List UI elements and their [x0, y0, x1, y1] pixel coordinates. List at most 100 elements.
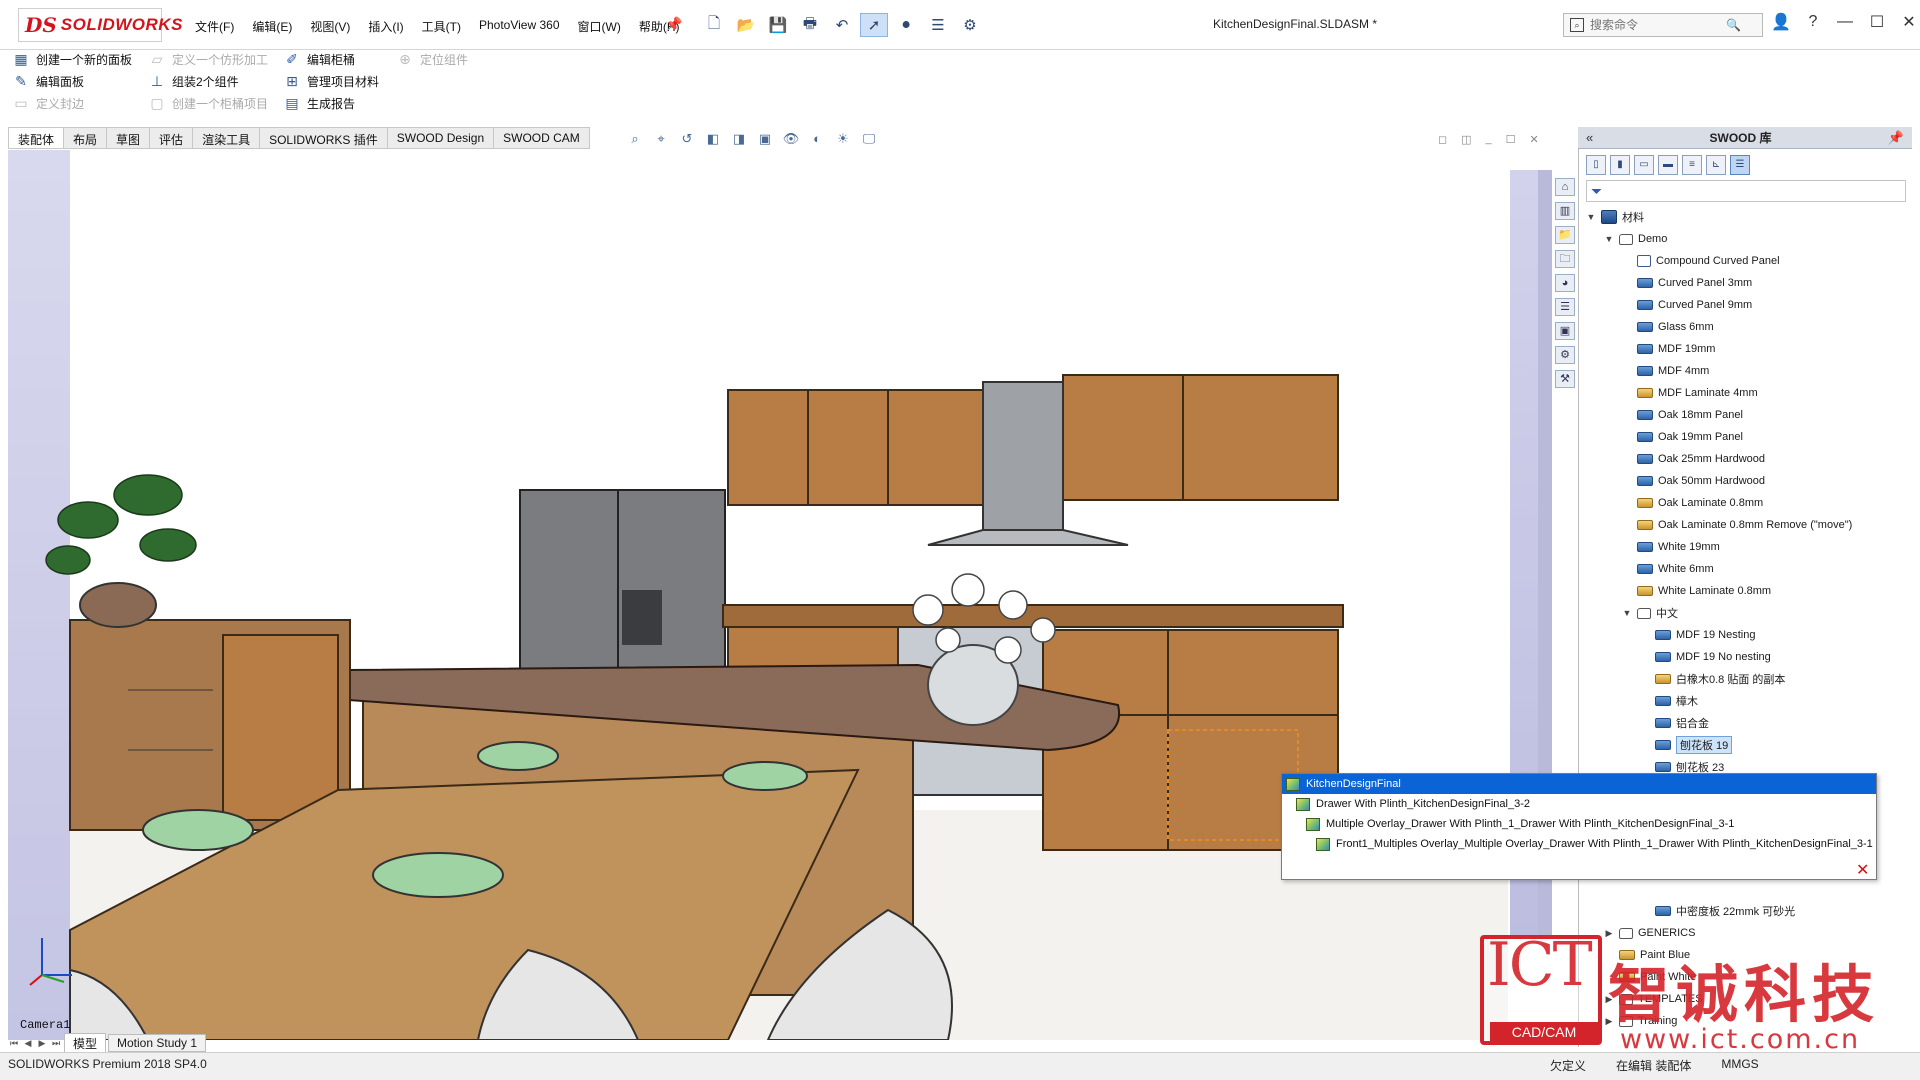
potted-plant[interactable] — [79, 582, 157, 628]
kitchen-scene[interactable] — [8, 150, 1508, 1040]
library-shelves-icon[interactable]: ≡ — [1682, 155, 1702, 175]
close-icon[interactable]: ✕ — [1898, 12, 1920, 32]
menu-view[interactable]: 视图(V) — [301, 16, 359, 36]
search-icon[interactable]: 🔍 — [1726, 18, 1741, 32]
swood-library-icon[interactable]: ▣ — [1555, 322, 1575, 340]
tree-node[interactable]: White 6mm — [1622, 558, 1714, 580]
manage-materials-button[interactable]: ⊞ 管理项目材料 — [283, 70, 379, 92]
tree-node[interactable]: Oak Laminate 0.8mm Remove ("move") — [1622, 514, 1852, 536]
search-input[interactable] — [1590, 18, 1720, 32]
pin-panel-icon[interactable]: 📌 — [1888, 130, 1904, 146]
viewport-restore-icon[interactable]: ◻ — [1438, 133, 1447, 146]
tab-render-tools[interactable]: 渲染工具 — [192, 127, 260, 149]
viewport-close-icon[interactable]: ✕ — [1530, 133, 1539, 146]
tab-evaluate[interactable]: 评估 — [149, 127, 193, 149]
range-hood[interactable] — [982, 381, 1064, 533]
scene-icon[interactable]: ☀ — [833, 131, 853, 149]
create-box-project-button[interactable]: ▢ 创建一个柜桶项目 — [148, 92, 268, 114]
tree-node[interactable]: Oak 50mm Hardwood — [1622, 470, 1765, 492]
new-doc-icon[interactable]: 🗋 — [700, 13, 728, 37]
tab-swood-cam[interactable]: SWOOD CAM — [493, 127, 590, 149]
menu-edit[interactable]: 编辑(E) — [243, 16, 301, 36]
expanded-arrow-icon[interactable]: ▼ — [1604, 234, 1614, 244]
tree-node[interactable]: ▼ Demo — [1604, 228, 1668, 250]
tree-node[interactable]: MDF 19 Nesting — [1640, 624, 1755, 646]
command-search[interactable]: ⌕ 🔍 — [1563, 13, 1763, 37]
tree-node[interactable]: ▼ 中文 — [1622, 602, 1678, 624]
display-style-icon[interactable]: ▣ — [755, 131, 775, 149]
define-edge-button[interactable]: ▭ 定义封边 — [12, 92, 132, 114]
tab-motion-study[interactable]: Motion Study 1 — [108, 1034, 207, 1052]
tree-node[interactable]: White 19mm — [1622, 536, 1720, 558]
library-materials-icon[interactable]: ☰ — [1730, 155, 1750, 175]
menu-window[interactable]: 窗口(W) — [569, 16, 630, 36]
tab-solidworks-addins[interactable]: SOLIDWORKS 插件 — [259, 127, 387, 149]
create-panel-button[interactable]: ▦ 创建一个新的面板 — [12, 48, 132, 70]
tree-node[interactable]: Curved Panel 9mm — [1622, 294, 1752, 316]
close-icon[interactable]: ✕ — [1856, 860, 1869, 880]
zoom-fit-icon[interactable]: ⌕ — [625, 131, 645, 149]
traffic-light-icon[interactable]: ⚫ — [892, 13, 920, 37]
appearances-icon[interactable]: ◕ — [1555, 274, 1575, 292]
search-mode-icon[interactable]: ⌕ — [1570, 18, 1584, 32]
print-icon[interactable]: 🖶 — [796, 13, 824, 37]
resources-icon[interactable]: ▥ — [1555, 202, 1575, 220]
solidworks-logo[interactable]: DS SOLIDWORKS — [18, 8, 182, 42]
selection-list-item[interactable]: Front1_Multiples Overlay_Multiple Overla… — [1282, 834, 1876, 854]
view-orientation-icon[interactable]: ◨ — [729, 131, 749, 149]
tree-node[interactable]: MDF Laminate 4mm — [1622, 382, 1758, 404]
tree-node[interactable]: Oak 25mm Hardwood — [1622, 448, 1765, 470]
select-icon[interactable]: ➚ — [860, 13, 888, 37]
assemble-two-button[interactable]: ⊥ 组装2个组件 — [148, 70, 268, 92]
tree-node[interactable]: Oak 19mm Panel — [1622, 426, 1743, 448]
swood-settings-icon[interactable]: ⚙ — [1555, 346, 1575, 364]
tab-next-icon[interactable]: ▶ — [36, 1038, 48, 1049]
tab-prev-icon[interactable]: ◀ — [22, 1038, 34, 1049]
tree-node[interactable]: 刨花板 19 — [1640, 734, 1733, 756]
help-icon[interactable]: ? — [1802, 13, 1824, 31]
home-icon[interactable]: ⌂ — [1555, 178, 1575, 196]
menu-tools[interactable]: 工具(T) — [413, 16, 470, 36]
undo-icon[interactable]: ↶ — [828, 13, 856, 37]
custom-properties-icon[interactable]: ☰ — [1555, 298, 1575, 316]
status-units[interactable]: MMGS — [1721, 1057, 1758, 1074]
pin-icon[interactable]: 📌 — [665, 16, 682, 33]
save-icon[interactable]: 💾 — [764, 13, 792, 37]
hide-show-icon[interactable]: 👁 — [781, 131, 801, 149]
tab-layout[interactable]: 布局 — [63, 127, 107, 149]
tree-node[interactable]: Compound Curved Panel — [1622, 250, 1780, 272]
tree-node[interactable]: 樟木 — [1640, 690, 1698, 712]
upper-cabinet-right[interactable] — [1062, 374, 1339, 501]
define-profile-button[interactable]: ▱ 定义一个仿形加工 — [148, 48, 268, 70]
generate-report-button[interactable]: ▤ 生成报告 — [283, 92, 379, 114]
collapse-panel-icon[interactable]: « — [1586, 130, 1593, 145]
tree-node[interactable]: MDF 19mm — [1622, 338, 1715, 360]
options-icon[interactable]: ⚙ — [956, 13, 984, 37]
tree-node[interactable]: MDF 19 No nesting — [1640, 646, 1771, 668]
tree-node[interactable]: White Laminate 0.8mm — [1622, 580, 1771, 602]
upper-cabinet-left[interactable] — [727, 389, 984, 506]
menu-photoview[interactable]: PhotoView 360 — [470, 16, 569, 36]
library-edges-icon[interactable]: ▭ — [1634, 155, 1654, 175]
zoom-area-icon[interactable]: ⌖ — [651, 131, 671, 149]
tree-node[interactable]: Glass 6mm — [1622, 316, 1714, 338]
library-boxes-icon[interactable]: ▮ — [1610, 155, 1630, 175]
filter-icon[interactable]: ⏷ — [1591, 183, 1602, 200]
maximize-icon[interactable]: ☐ — [1866, 12, 1888, 32]
tab-assembly[interactable]: 装配体 — [8, 127, 64, 149]
expanded-arrow-icon[interactable]: ▼ — [1622, 608, 1632, 618]
tab-first-icon[interactable]: ⏮ — [8, 1038, 20, 1049]
menu-file[interactable]: 文件(F) — [186, 16, 243, 36]
tree-node[interactable]: 铝合金 — [1640, 712, 1709, 734]
tab-last-icon[interactable]: ⏭ — [50, 1038, 62, 1049]
selection-list-item[interactable]: KitchenDesignFinal — [1282, 774, 1876, 794]
tree-node[interactable]: Oak Laminate 0.8mm — [1622, 492, 1763, 514]
collapsed-arrow-icon[interactable]: ▶ — [1604, 928, 1614, 939]
tree-node[interactable]: ▶ GENERICS — [1604, 922, 1696, 944]
library-profiles-icon[interactable]: ▬ — [1658, 155, 1678, 175]
tree-node[interactable]: 白橡木0.8 贴面 的副本 — [1640, 668, 1785, 690]
menu-insert[interactable]: 插入(I) — [359, 16, 412, 36]
edit-box-button[interactable]: ✐ 编辑柜桶 — [283, 48, 379, 70]
viewport-tile-icon[interactable]: ◫ — [1461, 133, 1471, 146]
expanded-arrow-icon[interactable]: ▼ — [1586, 212, 1596, 222]
